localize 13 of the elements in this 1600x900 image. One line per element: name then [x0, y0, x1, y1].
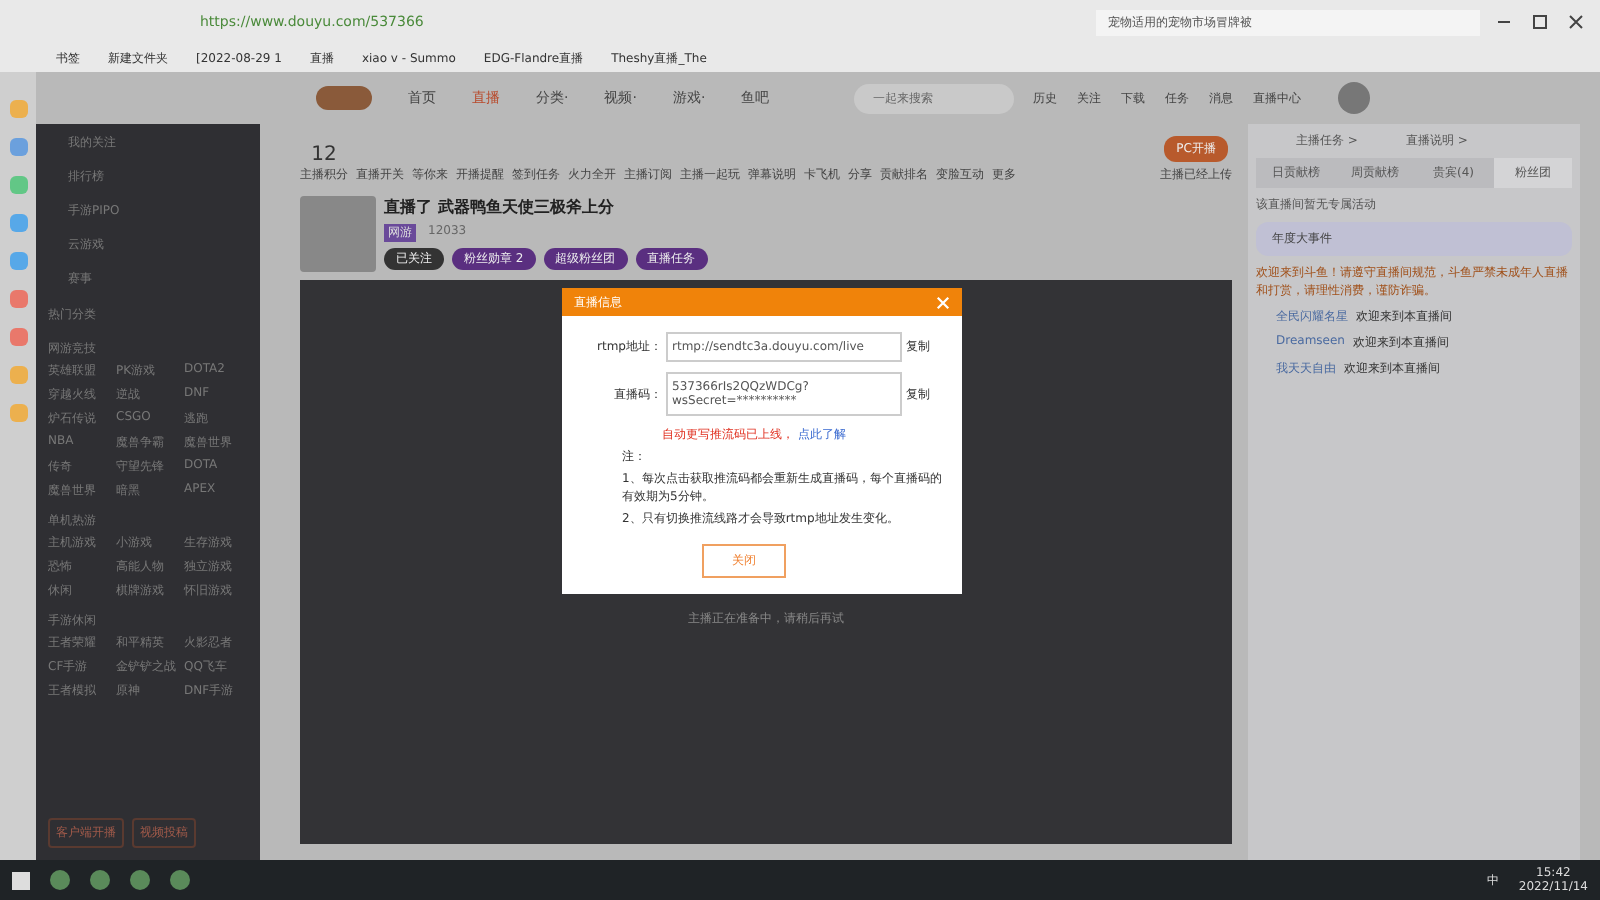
app-icon[interactable] — [9, 214, 27, 232]
maximize-icon[interactable] — [1532, 14, 1548, 30]
cover-placeholder — [300, 196, 376, 272]
close-icon[interactable] — [1568, 14, 1584, 30]
level-number: 12 — [311, 144, 337, 166]
app-icon[interactable] — [9, 328, 27, 346]
app-icon[interactable] — [9, 290, 27, 308]
avatar-icon[interactable] — [1337, 82, 1370, 114]
app-icon[interactable] — [9, 176, 27, 194]
room-title: 直播了 武器鸭鱼天使三极斧上分 — [384, 196, 616, 218]
app-icon[interactable] — [9, 252, 27, 270]
start-icon[interactable] — [12, 871, 30, 889]
app-icon[interactable] — [9, 138, 27, 156]
